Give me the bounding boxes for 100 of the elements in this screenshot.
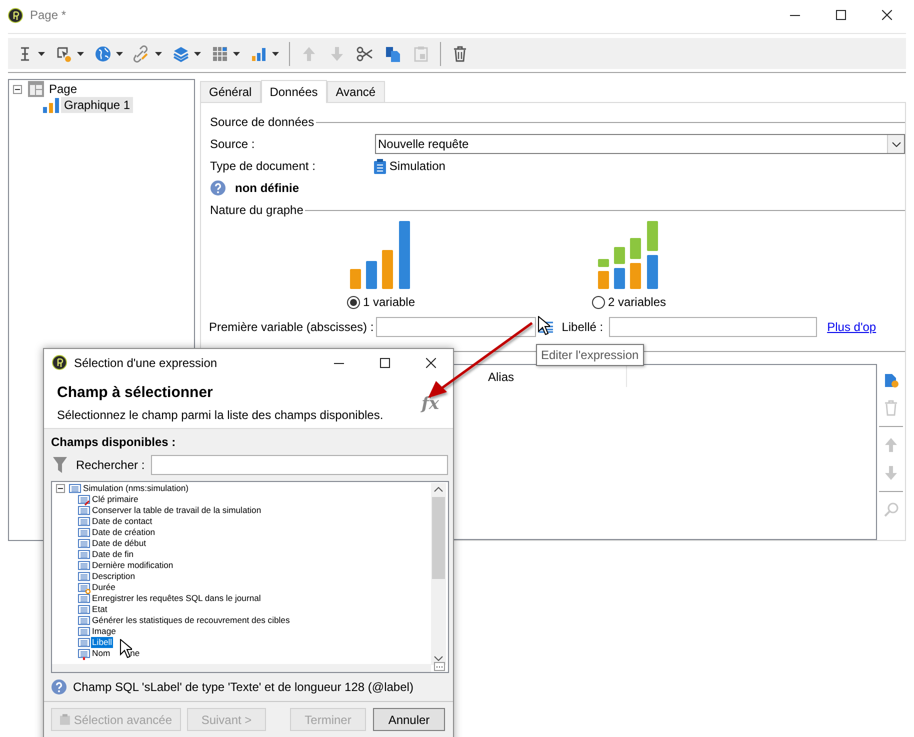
tree-item[interactable]: Date de fin	[91, 549, 135, 560]
field-value: Simulation	[389, 158, 446, 175]
maximize-icon[interactable]	[836, 10, 846, 20]
source-dropdown[interactable]: Nouvelle requête	[375, 134, 905, 154]
tree-item[interactable]: Page	[46, 81, 80, 97]
close-icon[interactable]	[882, 10, 892, 20]
tree-item-text: ne	[130, 648, 140, 659]
arrow-up-icon	[300, 44, 318, 62]
caret-icon	[116, 52, 123, 56]
scroll-down-icon[interactable]	[434, 656, 443, 661]
scroll-thumb[interactable]	[432, 497, 445, 579]
caret-icon	[194, 52, 201, 56]
trash-icon	[451, 44, 469, 62]
label-input[interactable]	[609, 317, 818, 337]
tree-item[interactable]: Générer les statistiques de recouvrement des cibles	[91, 615, 291, 626]
field-icon	[78, 548, 91, 560]
radio-option[interactable]: 1 variable	[346, 293, 416, 311]
field-label: Type de document :	[210, 158, 316, 175]
dialog-subtitle: Sélectionnez le champ parmi la liste des champs disponibles.	[57, 407, 384, 424]
section-title: Source de données	[210, 114, 314, 131]
tree-item[interactable]: Date de début	[91, 538, 147, 549]
tree-item[interactable]: Graphique 1	[61, 97, 134, 113]
pointer-gear-icon	[55, 44, 73, 62]
radio-option[interactable]: 2 variables	[592, 293, 666, 311]
variable-input[interactable]	[376, 317, 536, 337]
more-icon[interactable]	[434, 662, 445, 671]
caret-icon	[77, 52, 84, 56]
tree-item[interactable]: Conserver la table de travail de la simulation	[91, 505, 262, 516]
chevron-down-icon	[892, 142, 900, 146]
layers-icon	[172, 44, 190, 62]
maximize-icon[interactable]	[380, 358, 390, 368]
field-icon	[78, 526, 91, 538]
bar-chart-icon	[350, 221, 412, 289]
tab[interactable]: Général	[200, 81, 261, 102]
add-item-icon[interactable]	[883, 372, 899, 388]
scissors-icon	[356, 44, 374, 62]
field-icon	[78, 560, 91, 572]
tree-item[interactable]: Enregistrer les requêtes SQL dans le journal	[91, 593, 262, 604]
close-icon[interactable]	[426, 358, 436, 368]
status-text: non définie	[235, 180, 299, 197]
tree-item[interactable]: Durée	[91, 582, 116, 593]
paste-icon	[412, 44, 430, 62]
help-icon	[51, 679, 67, 695]
search-label: Rechercher :	[76, 457, 145, 474]
cancel-button[interactable]: Annuler	[373, 708, 445, 731]
tree-item[interactable]: Date de contact	[91, 516, 154, 527]
horizontal-scrollbar[interactable]	[52, 664, 431, 672]
dialog-title: Sélection d'une expression	[74, 354, 218, 372]
tooltip: Editer l'expression	[536, 344, 644, 366]
tree-item[interactable]: Clé primaire	[91, 494, 140, 505]
field-icon	[78, 614, 91, 626]
tree-item[interactable]: Image	[91, 626, 117, 637]
field-icon	[78, 626, 91, 638]
caret-icon	[233, 52, 240, 56]
field-icon	[78, 604, 91, 616]
stacked-bar-chart-icon	[598, 221, 660, 289]
caret-icon	[155, 52, 162, 56]
tab[interactable]: Données	[260, 80, 327, 103]
field-icon	[78, 636, 91, 648]
required-field-icon	[78, 648, 91, 660]
field-label: Libellé :	[562, 319, 604, 336]
caret-icon	[38, 52, 45, 56]
section-title: Nature du graphe	[210, 202, 304, 219]
function-symbol: fx	[422, 393, 439, 416]
field-icon	[78, 538, 91, 550]
window-title: Page *	[30, 7, 66, 24]
field-icon	[78, 570, 91, 582]
key-field-icon	[78, 494, 91, 506]
tab[interactable]: Avancé	[326, 81, 385, 102]
search-field[interactable]	[150, 455, 448, 475]
field-label: Première variable (abscisses) :	[209, 319, 374, 336]
tree-item[interactable]: Libell	[91, 637, 114, 648]
clipboard-icon	[60, 713, 70, 726]
dialog-heading: Champ à sélectionner	[57, 384, 214, 402]
tree-item[interactable]: Description	[91, 571, 136, 582]
tree-item[interactable]: Date de création	[91, 527, 156, 538]
field-label: Source :	[210, 136, 255, 153]
tree-item[interactable]: Nom	[91, 648, 112, 659]
collapse-icon[interactable]	[56, 484, 65, 493]
filter-icon	[53, 457, 67, 473]
page-layout-icon	[28, 81, 44, 97]
app-logo-icon	[8, 8, 23, 22]
more-options-link[interactable]: Plus d'op	[827, 318, 876, 336]
scrollbar[interactable]	[431, 483, 446, 665]
computed-field-icon	[78, 582, 91, 594]
status-text: Champ SQL 'sLabel' de type 'Texte' et de longueur 128 (@label)	[73, 679, 414, 696]
field-icon	[78, 504, 91, 516]
tree-item[interactable]: Dernière modification	[91, 560, 174, 571]
tree-item[interactable]: Etat	[91, 604, 108, 615]
scroll-up-icon[interactable]	[434, 487, 443, 492]
copy-icon	[384, 44, 402, 62]
collapse-icon[interactable]	[13, 84, 22, 94]
bar-chart-icon	[43, 97, 59, 113]
table-icon	[211, 44, 229, 62]
clipboard-icon	[374, 158, 386, 174]
app-logo-icon	[52, 355, 67, 370]
help-icon	[210, 180, 226, 196]
globe-icon	[94, 44, 112, 62]
arrow-down-icon	[328, 44, 346, 62]
tree-item[interactable]: Simulation (nms:simulation)	[82, 483, 190, 494]
